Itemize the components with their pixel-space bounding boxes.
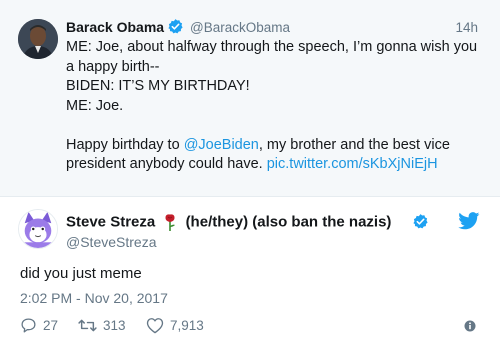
tweet-author-name[interactable]: Steve Streza (he/they) (also ban the naz… (66, 213, 392, 232)
quoted-tweet-body: ME: Joe, about halfway through the speec… (66, 38, 486, 175)
tweet-timestamp[interactable]: 2:02 PM - Nov 20, 2017 (20, 290, 168, 306)
quoted-tweet-line: president anybody could have. pic.twitte… (66, 155, 486, 175)
divider (0, 196, 500, 197)
verified-badge-icon (413, 214, 428, 229)
tweet-text: did you just meme (20, 265, 142, 282)
twitter-bird-icon[interactable] (458, 212, 480, 230)
reply-button[interactable]: 27 (20, 316, 68, 336)
quoted-tweet-line: ME: Joe, about halfway through the speec… (66, 39, 478, 55)
joebiden-mention-link[interactable]: @JoeBiden (184, 137, 259, 153)
retweet-button[interactable]: 313 (78, 316, 148, 336)
reply-count: 27 (43, 318, 59, 333)
president-text: president anybody could have. (66, 156, 267, 172)
quoted-tweet-line: BIDEN: IT’S MY BIRTHDAY! (66, 78, 250, 94)
retweet-count: 313 (103, 318, 126, 333)
birthday-text: Happy birthday to (66, 136, 184, 153)
verified-badge-icon (168, 19, 183, 34)
reply-icon (21, 318, 36, 333)
tweet-author-handle[interactable]: @SteveStreza (66, 234, 156, 250)
obama-avatar[interactable] (18, 19, 58, 59)
quoted-author-name[interactable]: Barack Obama (66, 19, 164, 35)
quoted-tweet-header: Barack Obama @BarackObama 14h (66, 17, 486, 39)
retweet-icon (78, 319, 97, 332)
quoted-tweet-line: ME: Joe. (66, 97, 124, 114)
like-count: 7,913 (170, 318, 204, 333)
steve-avatar[interactable] (18, 209, 58, 249)
quoted-tweet-line: Happy birthday to @JoeBiden, my brother … (66, 136, 486, 156)
author-name-suffix: (he/they) (also ban the nazis) (185, 213, 392, 231)
pic-link[interactable]: pic.twitter.com/sKbXjNiEjH (267, 156, 438, 172)
quoted-tweet-time[interactable]: 14h (455, 20, 478, 35)
birthday-text-continued: , my brother and the best vice (258, 136, 450, 153)
rose-emoji-icon (165, 214, 176, 232)
quoted-tweet-line: a happy birth-- (66, 58, 160, 75)
like-button[interactable]: 7,913 (146, 316, 226, 336)
quoted-tweet[interactable]: Barack Obama @BarackObama 14h ME: Joe, a… (0, 0, 500, 196)
info-icon[interactable] (464, 320, 476, 332)
author-name-text: Steve Streza (66, 213, 156, 231)
quoted-author-handle[interactable]: @BarackObama (190, 20, 290, 35)
heart-icon (146, 318, 164, 334)
